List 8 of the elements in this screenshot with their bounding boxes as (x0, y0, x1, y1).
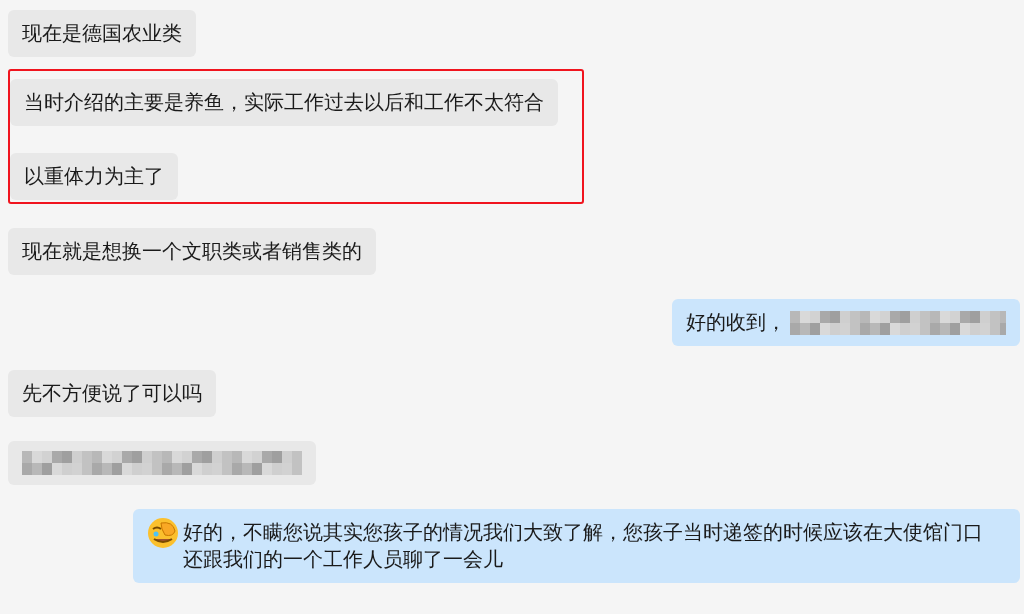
message-text: 以重体力为主了 (24, 163, 164, 190)
message-text: 先不方便说了可以吗 (22, 380, 202, 407)
message-text: 现在就是想换一个文职类或者销售类的 (22, 238, 362, 265)
message-text: 当时介绍的主要是养鱼，实际工作过去以后和工作不太符合 (24, 89, 544, 116)
message-text: 好的收到， (686, 309, 786, 336)
message-text: 现在是德国农业类 (22, 20, 182, 47)
message-text: 好的，不瞒您说其实您孩子的情况我们大致了解，您孩子当时递签的时候应该在大使馆门口还跟我们的一个工作人员聊了一会儿 (183, 519, 984, 573)
emoji-icon (147, 517, 179, 549)
